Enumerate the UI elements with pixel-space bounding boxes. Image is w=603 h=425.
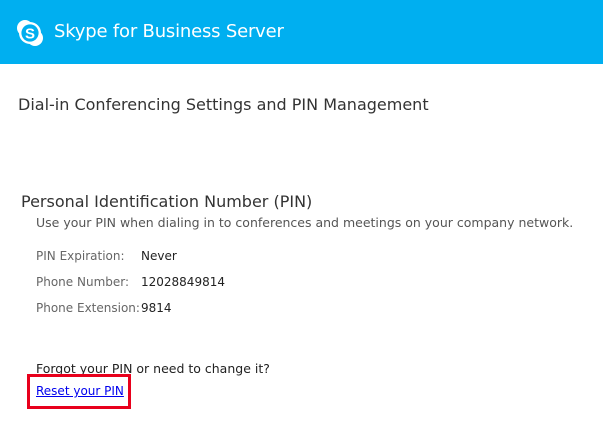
reset-pin-link[interactable]: Reset your PIN [36,383,124,399]
skype-logo-icon: S [16,19,44,47]
pin-expiration-label: PIN Expiration: [36,249,125,263]
svg-text:S: S [25,26,35,43]
phone-extension-value: 9814 [141,301,172,315]
app-header: S Skype for Business Server [0,0,603,64]
phone-number-value: 12028849814 [141,275,225,289]
page-title: Dial-in Conferencing Settings and PIN Ma… [18,95,429,114]
reset-pin-highlight-box: Reset your PIN [27,374,131,409]
phone-number-label: Phone Number: [36,275,130,289]
pin-section-title: Personal Identification Number (PIN) [21,192,313,211]
pin-expiration-value: Never [141,249,177,263]
phone-extension-label: Phone Extension: [36,301,140,315]
app-title: Skype for Business Server [54,21,284,42]
pin-section-description: Use your PIN when dialing in to conferen… [36,215,574,230]
